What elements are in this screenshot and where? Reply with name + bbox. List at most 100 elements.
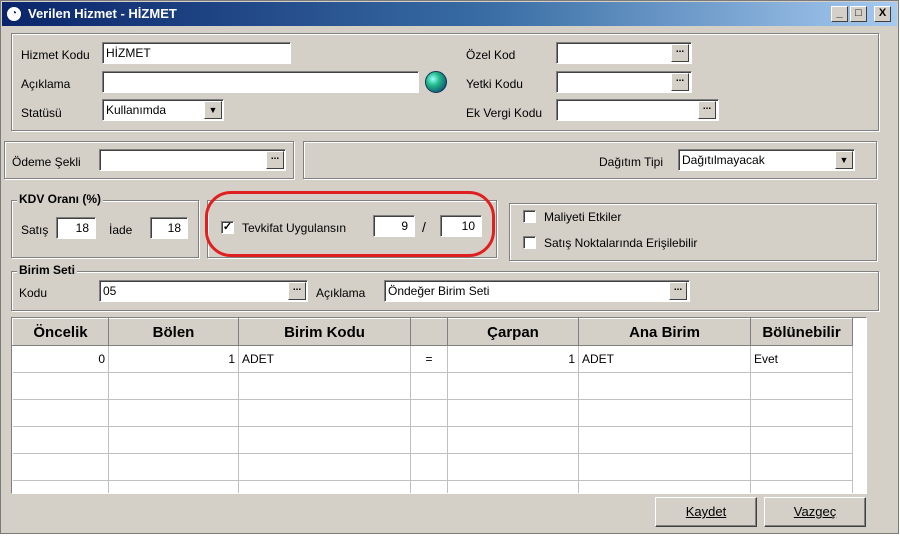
cell[interactable] [750, 372, 853, 400]
cell[interactable] [238, 480, 411, 493]
cell[interactable] [410, 426, 448, 454]
cell-oncelik[interactable]: 0 [12, 345, 109, 373]
cell[interactable] [447, 399, 579, 427]
col-header-carpan[interactable]: Çarpan [447, 318, 579, 346]
kdv-satis-label: Satış [21, 223, 49, 237]
birim-grid[interactable]: Öncelik Bölen Birim Kodu Çarpan Ana Biri… [11, 317, 867, 494]
hizmet-kodu-label: Hizmet Kodu [21, 48, 90, 62]
vazgec-button[interactable]: Vazgeç [764, 497, 866, 527]
maliyeti-etkiler-checkbox[interactable] [523, 210, 536, 223]
aciklama-input[interactable] [102, 71, 419, 93]
col-header-ana-birim[interactable]: Ana Birim [578, 318, 751, 346]
table-row[interactable] [12, 372, 853, 400]
col-header-operator[interactable] [410, 318, 448, 346]
cell[interactable] [447, 453, 579, 481]
kdv-iade-input[interactable]: 18 [150, 217, 188, 239]
birim-seti-aciklama-input[interactable]: Öndeğer Birim Seti [384, 280, 690, 302]
cell[interactable] [238, 372, 411, 400]
statusu-dropdown-icon[interactable]: ▼ [204, 101, 222, 119]
hizmet-kodu-input[interactable]: HİZMET [102, 42, 291, 64]
cell[interactable] [108, 480, 239, 493]
birim-seti-kodu-label: Kodu [19, 286, 48, 300]
table-row[interactable]: 0 1 ADET = 1 ADET Evet [12, 345, 853, 373]
cell-bolunebilir[interactable]: Evet [750, 345, 853, 373]
cell[interactable] [750, 480, 853, 493]
ozel-kod-label: Özel Kod [466, 48, 516, 62]
dialog-window: ◔ Verilen Hizmet - HİZMET _ □ X Hizmet K… [0, 0, 899, 534]
cell[interactable] [447, 426, 579, 454]
dagitim-tipi-select[interactable]: Dağıtılmayacak [678, 149, 855, 171]
bottom-strip [0, 534, 900, 538]
table-row[interactable] [12, 480, 853, 493]
cell[interactable] [108, 426, 239, 454]
close-button[interactable]: X [874, 6, 891, 22]
dagitim-tipi-dropdown-icon[interactable]: ▼ [835, 151, 853, 169]
cell[interactable] [238, 399, 411, 427]
statusu-label: Statüsü [21, 106, 62, 120]
cell[interactable] [578, 399, 751, 427]
kdv-satis-input[interactable]: 18 [56, 217, 96, 239]
cell[interactable] [238, 426, 411, 454]
cell[interactable] [238, 453, 411, 481]
col-header-bolen[interactable]: Bölen [108, 318, 239, 346]
cell[interactable] [410, 453, 448, 481]
cell[interactable] [12, 372, 109, 400]
cell[interactable] [750, 453, 853, 481]
cell[interactable] [108, 399, 239, 427]
birim-seti-kodu-input[interactable]: 05 [99, 280, 308, 302]
cell[interactable] [108, 453, 239, 481]
ek-vergi-kodu-browse-button[interactable]: ... [698, 101, 716, 119]
cell[interactable] [578, 426, 751, 454]
ek-vergi-kodu-input[interactable] [556, 99, 719, 121]
cell[interactable] [410, 399, 448, 427]
kaydet-button[interactable]: Kaydet [655, 497, 757, 527]
cell[interactable] [12, 480, 109, 493]
cell-birim-kodu[interactable]: ADET [238, 345, 411, 373]
col-header-oncelik[interactable]: Öncelik [12, 318, 109, 346]
cell[interactable] [12, 426, 109, 454]
table-row[interactable] [12, 399, 853, 427]
birim-seti-kodu-browse-button[interactable]: ... [288, 282, 306, 300]
odeme-sekli-input[interactable] [99, 149, 286, 171]
table-row[interactable] [12, 453, 853, 481]
birim-seti-title: Birim Seti [17, 263, 78, 277]
cell[interactable] [410, 372, 448, 400]
satis-noktalari-label: Satış Noktalarında Erişilebilir [544, 236, 698, 250]
cell-bolen[interactable]: 1 [108, 345, 239, 373]
cell[interactable] [12, 453, 109, 481]
cell[interactable] [12, 399, 109, 427]
minimize-button[interactable]: _ [831, 6, 848, 22]
cell-carpan[interactable]: 1 [447, 345, 579, 373]
aciklama-label: Açıklama [21, 77, 71, 91]
birim-seti-aciklama-browse-button[interactable]: ... [669, 282, 687, 300]
cell[interactable] [108, 372, 239, 400]
cell[interactable] [578, 372, 751, 400]
globe-icon[interactable] [425, 71, 447, 93]
cell[interactable] [410, 480, 448, 493]
satis-noktalari-checkbox[interactable] [523, 236, 536, 249]
grid-header-row: Öncelik Bölen Birim Kodu Çarpan Ana Biri… [12, 318, 853, 346]
cell[interactable] [750, 399, 853, 427]
col-header-birim-kodu[interactable]: Birim Kodu [238, 318, 411, 346]
odeme-sekli-browse-button[interactable]: ... [266, 151, 284, 169]
ozel-kod-browse-button[interactable]: ... [671, 44, 689, 62]
cell[interactable] [447, 480, 579, 493]
cell[interactable] [447, 372, 579, 400]
window-title: Verilen Hizmet - HİZMET [28, 6, 177, 21]
red-highlight-annotation [205, 191, 495, 257]
dagitim-tipi-label: Dağıtım Tipi [599, 155, 664, 169]
birim-seti-aciklama-label: Açıklama [316, 286, 366, 300]
cell[interactable] [750, 426, 853, 454]
table-row[interactable] [12, 426, 853, 454]
cell[interactable] [578, 453, 751, 481]
yetki-kodu-browse-button[interactable]: ... [671, 73, 689, 91]
kdv-group-title: KDV Oranı (%) [17, 192, 104, 206]
cell[interactable] [578, 480, 751, 493]
cell-ana-birim[interactable]: ADET [578, 345, 751, 373]
title-bar[interactable]: ◔ Verilen Hizmet - HİZMET _ □ X [2, 2, 897, 26]
col-header-bolunebilir[interactable]: Bölünebilir [750, 318, 853, 346]
cell-operator[interactable]: = [410, 345, 448, 373]
odeme-sekli-label: Ödeme Şekli [12, 155, 81, 169]
app-icon: ◔ [6, 6, 22, 22]
maximize-button[interactable]: □ [850, 6, 867, 22]
